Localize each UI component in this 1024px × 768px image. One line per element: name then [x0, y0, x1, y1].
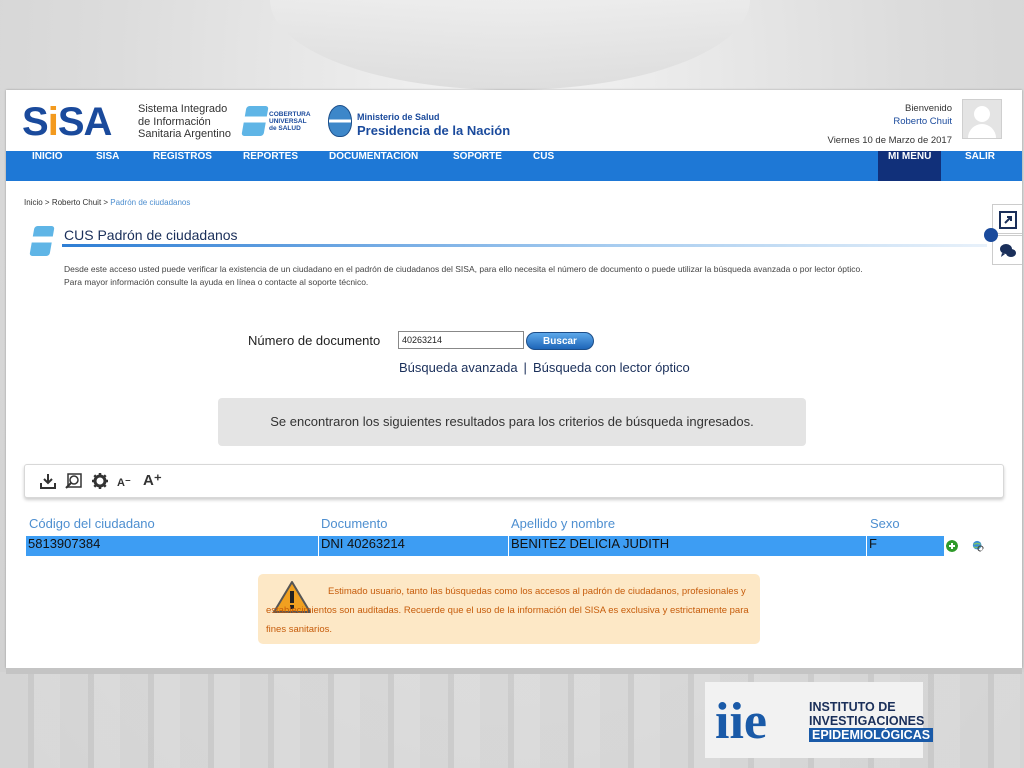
chat-button[interactable] [992, 235, 1022, 265]
welcome-label: Bienvenido [904, 103, 952, 114]
column-header-documento: Documento [321, 516, 388, 531]
header: SiSA Sistema Integrado de Información Sa… [6, 90, 1022, 151]
document-number-label: Número de documento [248, 333, 381, 348]
advanced-search-link[interactable]: Búsqueda avanzada [399, 360, 518, 375]
table-row[interactable]: 5813907384 DNI 40263214 BENITEZ DELICIA … [26, 536, 944, 556]
breadcrumb: Inicio > Roberto Chuit > Padrón de ciuda… [24, 198, 191, 207]
page-title: CUS Padrón de ciudadanos [64, 227, 238, 243]
sisa-window: SiSA Sistema Integrado de Información Sa… [6, 90, 1022, 668]
nav-item-soporte[interactable]: SOPORTE [453, 151, 502, 181]
globe-search-icon[interactable] [972, 540, 984, 552]
search-links: Búsqueda avanzada | Búsqueda con lector óp… [399, 360, 690, 375]
title-underline [62, 244, 987, 247]
column-header-codigo: Código del ciudadano [29, 516, 155, 531]
external-link-button[interactable] [992, 204, 1022, 234]
nav-item-cus[interactable]: CUS [533, 151, 554, 181]
section-description: Desde este acceso usted puede verificar … [64, 264, 863, 287]
current-date: Viernes 10 de Marzo de 2017 [827, 135, 952, 146]
section-flag-icon [29, 226, 55, 256]
help-icon[interactable] [984, 228, 998, 242]
iie-logo: iie INSTITUTO DE INVESTIGACIONES EPIDEMI… [705, 682, 934, 758]
external-link-icon [999, 211, 1017, 229]
document-number-input[interactable] [398, 331, 524, 349]
coat-of-arms-icon [328, 105, 352, 137]
column-header-apellido: Apellido y nombre [511, 516, 616, 531]
nav-item-salir[interactable]: SALIR [965, 151, 995, 181]
cell-apellido: BENITEZ DELICIA JUDITH [508, 536, 866, 556]
breadcrumb-current: Padrón de ciudadanos [110, 198, 191, 207]
column-header-sexo: Sexo [870, 516, 900, 531]
taskbar-strip [6, 668, 1022, 674]
presidency-label: Presidencia de la Nación [357, 123, 511, 138]
search-button[interactable]: Buscar [526, 332, 594, 350]
breadcrumb-user[interactable]: Roberto Chuit [52, 198, 101, 207]
nav-item-documentacion[interactable]: DOCUMENTACIÓN [329, 151, 418, 181]
audit-warning: Estimado usuario, tanto las búsquedas co… [258, 574, 760, 644]
gear-icon[interactable] [91, 472, 109, 490]
welcome-block: Bienvenido Roberto Chuit [893, 102, 952, 128]
results-message: Se encontraron los siguientes resultados… [218, 398, 806, 446]
cell-codigo: 5813907384 [28, 536, 101, 551]
results-toolbar: A⁻ A⁺ [24, 464, 1004, 498]
sisa-subtitle: Sistema Integrado de Información Sanitar… [138, 103, 231, 140]
font-decrease-icon[interactable]: A⁻ [117, 476, 131, 489]
font-increase-icon[interactable]: A⁺ [143, 471, 162, 489]
avatar[interactable] [962, 99, 1002, 139]
chat-icon [1000, 244, 1016, 257]
user-name[interactable]: Roberto Chuit [893, 115, 952, 128]
warning-text: Estimado usuario, tanto las búsquedas co… [266, 586, 749, 635]
search-icon[interactable] [65, 472, 83, 490]
nav-item-reportes[interactable]: REPORTES [243, 151, 298, 181]
iie-letters: iie [715, 693, 767, 750]
download-icon[interactable] [39, 472, 57, 490]
cell-documento: DNI 40263214 [318, 536, 508, 556]
breadcrumb-home[interactable]: Inicio [24, 198, 43, 207]
main-nav: INICIO SISA REGISTROS REPORTES DOCUMENTA… [6, 151, 1022, 181]
ministry-label: Ministerio de Salud [357, 112, 440, 122]
cus-flag-icon [241, 106, 269, 136]
cell-sexo: F [866, 536, 944, 556]
nav-item-registros[interactable]: REGISTROS [153, 151, 212, 181]
nav-item-sisa[interactable]: SISA [96, 151, 119, 181]
sisa-logo[interactable]: SiSA [22, 102, 112, 142]
add-icon[interactable] [946, 540, 958, 552]
optical-reader-search-link[interactable]: Búsqueda con lector óptico [533, 360, 690, 375]
nav-item-inicio[interactable]: INICIO [32, 151, 63, 181]
cus-logo: COBERTURA UNIVERSAL de SALUD [241, 104, 314, 138]
nav-item-mi-menu[interactable]: MI MENÚ [878, 151, 942, 181]
